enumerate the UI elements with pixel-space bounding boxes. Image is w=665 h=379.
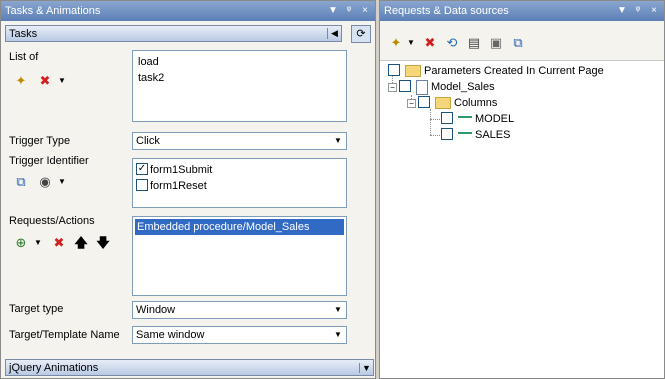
trigger-type-value: Click — [136, 135, 160, 147]
list-item[interactable]: load — [133, 54, 346, 70]
parameters-checkbox[interactable] — [388, 64, 400, 76]
form1submit-label: form1Submit — [150, 164, 213, 176]
collapse-arrow-icon[interactable]: ◀ — [327, 28, 341, 39]
columns-checkbox[interactable] — [418, 96, 430, 108]
collapse-icon[interactable]: − — [388, 82, 397, 92]
requests-toolbar: ✦ ▼ ✖ ⟲ ▤ ▣ ⧉ — [380, 21, 664, 61]
list-item[interactable]: form1Reset — [133, 178, 346, 194]
parameters-label: Parameters Created In Current Page — [424, 65, 604, 77]
save-icon[interactable]: ▣ — [488, 35, 504, 51]
tree-connector — [430, 119, 440, 120]
trigger-type-label: Trigger Type — [9, 135, 71, 147]
move-up-icon[interactable]: 🡅 — [73, 235, 89, 251]
new-task-icon[interactable]: ✦ — [13, 73, 29, 89]
inspect-icon[interactable]: ◉ — [37, 174, 53, 190]
list-item[interactable]: task2 — [133, 70, 346, 86]
tasks-animations-panel: Tasks & Animations ▼ ᵠ × Tasks ◀ ⟳ List … — [0, 0, 376, 379]
delete-task-icon[interactable]: ✖ — [37, 73, 53, 89]
refresh-icon[interactable]: ⟲ — [444, 35, 460, 51]
move-down-icon[interactable]: 🡇 — [95, 235, 111, 251]
target-template-value: Same window — [136, 329, 205, 341]
close-icon[interactable]: × — [359, 1, 371, 21]
tree-node-sales[interactable]: SALES — [441, 127, 510, 143]
link-identifier-icon[interactable]: ⧉ — [13, 174, 29, 190]
tasks-panel-titlebar: Tasks & Animations ▼ ᵠ × — [1, 1, 375, 21]
close-icon[interactable]: × — [648, 1, 660, 21]
trigger-identifier-list[interactable]: ✓ form1Submit form1Reset — [132, 158, 347, 208]
target-type-select[interactable]: Window ▼ — [132, 301, 347, 319]
pin-icon[interactable]: ᵠ — [343, 1, 355, 21]
tree-node-parameters[interactable]: Parameters Created In Current Page — [388, 63, 604, 79]
tasks-panel-title: Tasks & Animations — [5, 5, 101, 17]
target-template-label: Target/Template Name — [9, 329, 120, 341]
sales-checkbox[interactable] — [441, 128, 453, 140]
properties-icon[interactable]: ▤ — [466, 35, 482, 51]
link-icon[interactable]: ⧉ — [510, 35, 526, 51]
model-sales-checkbox[interactable] — [399, 80, 411, 92]
list-item[interactable]: ✓ form1Submit — [133, 162, 346, 178]
tree-node-model-sales[interactable]: − Model_Sales — [388, 79, 495, 95]
list-item[interactable]: Embedded procedure/Model_Sales — [135, 219, 344, 235]
trigger-type-select[interactable]: Click ▼ — [132, 132, 347, 150]
list-of-label: List of — [9, 51, 39, 63]
target-type-value: Window — [136, 304, 176, 316]
panel-menu-icon[interactable]: ▼ — [327, 1, 339, 21]
panel-menu-icon[interactable]: ▼ — [616, 1, 628, 21]
delete-icon[interactable]: ✖ — [422, 35, 438, 51]
target-type-label: Target type — [9, 303, 64, 315]
model-checkbox[interactable] — [441, 112, 453, 124]
add-request-icon[interactable]: ⊕ — [13, 235, 29, 251]
tree-connector — [430, 135, 440, 136]
requests-panel-titlebar: Requests & Data sources ▼ ᵠ × — [380, 1, 664, 21]
model-sales-label: Model_Sales — [431, 81, 495, 93]
columns-label: Columns — [454, 97, 498, 109]
tasks-selector[interactable]: Tasks ◀ — [5, 25, 342, 42]
tasks-selector-label: Tasks — [9, 27, 38, 40]
trigger-identifier-label: Trigger Identifier — [9, 155, 89, 167]
requests-panel-title: Requests & Data sources — [384, 5, 509, 17]
field-icon — [458, 116, 472, 122]
collapse-icon[interactable]: − — [407, 98, 416, 108]
new-request-icon[interactable]: ✦ — [388, 35, 404, 51]
form1reset-checkbox[interactable] — [136, 179, 148, 192]
expand-arrow-icon[interactable]: ▼ — [359, 362, 373, 373]
pin-icon[interactable]: ᵠ — [632, 1, 644, 21]
model-label: MODEL — [475, 113, 515, 125]
document-icon — [416, 79, 428, 95]
folder-icon — [435, 97, 451, 109]
chevron-down-icon[interactable]: ▼ — [330, 302, 346, 318]
add-dropdown-icon[interactable]: ▼ — [33, 235, 43, 251]
sales-label: SALES — [475, 129, 511, 141]
requests-datasources-panel: Requests & Data sources ▼ ᵠ × ✦ ▼ ✖ ⟲ ▤ … — [379, 0, 665, 379]
tree-connector — [430, 109, 431, 135]
target-template-select[interactable]: Same window ▼ — [132, 326, 347, 344]
tree-node-model[interactable]: MODEL — [441, 111, 514, 127]
tasks-list[interactable]: load task2 — [132, 50, 347, 122]
jquery-animations-label: jQuery Animations — [9, 361, 99, 374]
form1submit-checkbox[interactable]: ✓ — [136, 163, 148, 176]
tree-node-columns[interactable]: − Columns — [407, 95, 497, 111]
requests-actions-list[interactable]: Embedded procedure/Model_Sales — [132, 216, 347, 296]
form1reset-label: form1Reset — [150, 180, 207, 192]
folder-icon — [405, 65, 421, 77]
delete-dropdown-icon[interactable]: ▼ — [57, 73, 67, 89]
delete-request-icon[interactable]: ✖ — [51, 235, 67, 251]
field-icon — [458, 132, 472, 138]
requests-actions-label: Requests/Actions — [9, 215, 95, 227]
chevron-down-icon[interactable]: ▼ — [330, 327, 346, 343]
inspect-dropdown-icon[interactable]: ▼ — [57, 174, 67, 190]
new-dropdown-icon[interactable]: ▼ — [406, 35, 416, 51]
refresh-icon[interactable]: ⟳ — [351, 25, 371, 43]
chevron-down-icon[interactable]: ▼ — [330, 133, 346, 149]
jquery-animations-selector[interactable]: jQuery Animations ▼ — [5, 359, 374, 376]
